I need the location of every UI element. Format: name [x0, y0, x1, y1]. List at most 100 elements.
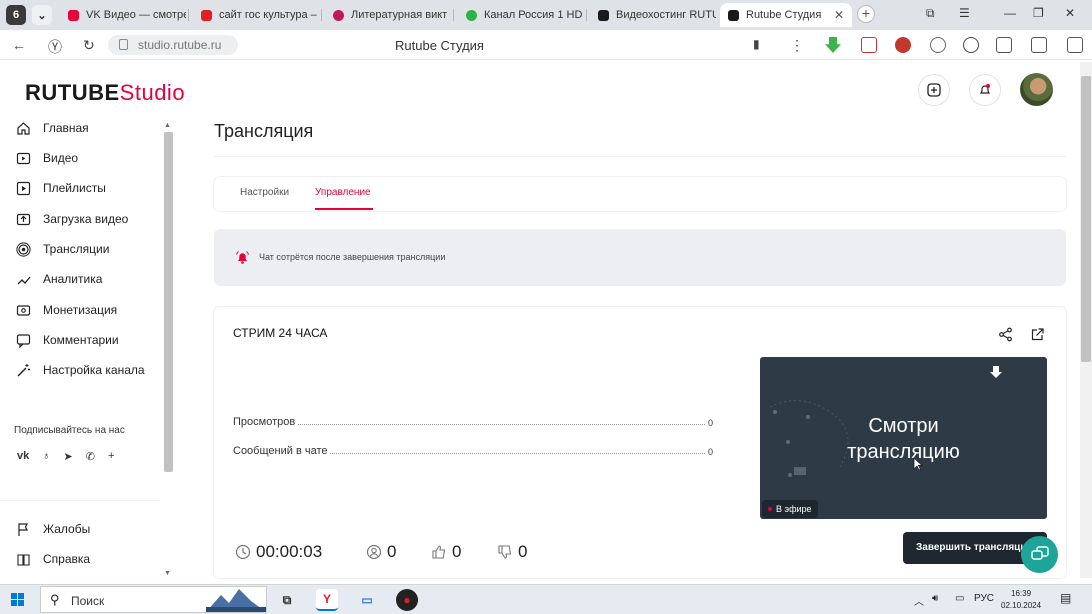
sidebar-item-complaints[interactable]: Жалобы — [14, 519, 90, 539]
windows-start-icon[interactable] — [11, 593, 24, 606]
avatar[interactable] — [1020, 73, 1053, 106]
new-tab-button[interactable]: + — [857, 5, 875, 23]
browser-tab-rutube-studio[interactable]: Rutube Студия ✕ — [720, 3, 852, 27]
file-explorer-icon[interactable]: ▭ — [356, 589, 378, 611]
video-extension-icon[interactable] — [963, 37, 979, 53]
share-icon[interactable] — [998, 327, 1013, 347]
notifications-button[interactable] — [969, 74, 1001, 106]
ok-icon[interactable]: ♁ — [42, 450, 50, 463]
browser-tab-vk[interactable]: VK Видео — смотре — [60, 3, 186, 27]
browser-tab-rutube[interactable]: Видеохостинг RUTU — [590, 3, 716, 27]
viber-icon[interactable]: ✆ — [86, 450, 95, 463]
rutube-studio-logo[interactable]: RUTUBEStudio — [25, 80, 185, 106]
tray-chevron-icon[interactable]: ︿ — [914, 593, 924, 608]
minimize-icon[interactable]: — — [1004, 6, 1016, 20]
vk-icon[interactable]: vk — [17, 450, 29, 463]
restore-icon[interactable]: ❐ — [1033, 6, 1044, 20]
image-extension-icon[interactable] — [861, 37, 877, 53]
download-extension-icon[interactable] — [825, 37, 841, 53]
address-bar: ← Ⓨ ↻ studio.rutube.ru Rutube Студия ▮ ⋮ — [0, 30, 1092, 60]
chat-bubble-icon — [1030, 545, 1049, 560]
clock-icon — [235, 544, 251, 560]
open-external-icon[interactable] — [1030, 327, 1045, 347]
browser-tab-culture[interactable]: сайт гос культура – — [193, 3, 319, 27]
plus-square-icon — [927, 83, 941, 97]
sidebar-item-analytics[interactable]: Аналитика — [14, 269, 102, 289]
back-arrow-icon[interactable]: ← — [12, 37, 26, 53]
network-icon[interactable]: ▭ — [955, 593, 964, 604]
sidebar-item-home[interactable]: Главная — [14, 118, 89, 138]
stat-value: 0 — [707, 447, 713, 457]
vpn-extension-icon[interactable] — [930, 37, 946, 53]
social-title: Подписывайтесь на нас — [14, 425, 125, 436]
bell-icon — [235, 250, 250, 270]
live-badge: В эфире — [762, 500, 818, 518]
sidebar-scrollbar[interactable] — [164, 132, 173, 472]
close-tab-icon[interactable]: ✕ — [834, 8, 844, 22]
preview-caption: Смотри трансляцию — [847, 415, 960, 463]
windows-taskbar: ⚲ Поиск ⧉ Y ▭ ● ︿ 🔊︎ ▭ РУС 16:39 02.10.2… — [0, 584, 1092, 614]
stream-preview[interactable]: Смотри трансляцию — [760, 357, 1047, 519]
adblock-extension-icon[interactable] — [895, 37, 911, 53]
sidebar-scroll-up-icon[interactable]: ▲ — [164, 122, 171, 129]
reload-icon[interactable]: ↻ — [83, 37, 95, 54]
page-heading: Трансляция — [214, 121, 314, 141]
obs-taskbar-icon[interactable]: ● — [396, 589, 418, 611]
telegram-icon[interactable]: ➤ — [64, 450, 73, 463]
browser-tab-russia1[interactable]: Канал Россия 1 HD — [458, 3, 584, 27]
extensions-icon[interactable] — [1067, 37, 1083, 53]
comments-icon — [14, 332, 32, 348]
tab-settings[interactable]: Настройки — [240, 187, 289, 198]
language-indicator[interactable]: РУС — [974, 593, 994, 604]
sidebar-item-channel-settings[interactable]: Настройка канала — [14, 360, 145, 380]
sidebar-item-help[interactable]: Справка — [14, 549, 90, 569]
taskbar-clock[interactable]: 16:39 02.10.2024 — [1001, 588, 1041, 612]
bell-icon — [980, 84, 990, 94]
collections-icon[interactable]: ⧉ — [926, 6, 935, 21]
vk-video-favicon-icon — [68, 9, 79, 21]
download-icon[interactable] — [990, 366, 1002, 380]
support-chat-button[interactable] — [1021, 536, 1058, 573]
more-menu-icon[interactable]: ⋮ — [790, 37, 804, 54]
settings-wand-icon — [14, 362, 32, 378]
tab-counter[interactable]: 6 — [6, 5, 26, 25]
volume-icon[interactable]: 🔊︎ — [932, 593, 938, 604]
screenshot-extension-icon[interactable] — [996, 37, 1012, 53]
page-scrollbar[interactable] — [1081, 76, 1091, 362]
tab-title: сайт гос культура – — [219, 9, 317, 21]
stream-dislikes: 0 — [497, 541, 527, 563]
social-links: vk ♁ ➤ ✆ + — [17, 450, 114, 463]
search-highlight-icon — [206, 589, 266, 612]
plus-icon[interactable]: + — [108, 450, 114, 463]
tab-management[interactable]: Управление — [315, 187, 371, 198]
sidebar-item-broadcasts[interactable]: Трансляции — [14, 239, 109, 259]
sidebar-item-playlists[interactable]: Плейлисты — [14, 178, 106, 198]
tab-title: Литературная викт — [351, 9, 448, 21]
tab-menu-chevron-icon[interactable]: ⌄ — [32, 5, 52, 25]
sidebar-item-video[interactable]: Видео — [14, 148, 78, 168]
shield-extension-icon[interactable] — [1031, 37, 1047, 53]
yandex-browser-taskbar-icon[interactable]: Y — [316, 589, 338, 611]
active-tab-underline — [315, 208, 373, 210]
notice-text: Чат сотрётся после завершения трансляции — [259, 252, 446, 262]
add-content-button[interactable] — [918, 74, 950, 106]
tab-title: Видеохостинг RUTU — [616, 9, 716, 21]
menu-icon[interactable]: ☰ — [959, 6, 970, 20]
sidebar-item-comments[interactable]: Комментарии — [14, 330, 119, 350]
browser-tab-quiz[interactable]: Литературная викт — [325, 3, 451, 27]
browser-tab-bar: 6 ⌄ VK Видео — смотре сайт гос культура … — [0, 0, 1092, 30]
bookmark-icon[interactable]: ▮ — [753, 37, 760, 51]
search-icon: ⚲ — [50, 592, 60, 607]
url-field[interactable]: studio.rutube.ru — [108, 35, 238, 55]
sidebar-item-upload[interactable]: Загрузка видео — [14, 209, 128, 229]
task-view-icon[interactable]: ⧉ — [276, 589, 298, 611]
sidebar-item-monetization[interactable]: Монетизация — [14, 300, 117, 320]
stream-likes: 0 — [431, 541, 461, 563]
yandex-logo-icon[interactable]: Ⓨ — [48, 37, 62, 57]
sidebar-scroll-down-icon[interactable]: ▼ — [164, 570, 171, 577]
stat-chat-messages: Сообщений в чате 0 — [233, 445, 713, 457]
close-window-icon[interactable]: ✕ — [1065, 6, 1075, 20]
taskbar-search[interactable]: ⚲ Поиск — [40, 586, 267, 613]
notifications-center-icon[interactable]: ▤ — [1060, 591, 1071, 605]
rutube-favicon-icon — [598, 9, 609, 21]
